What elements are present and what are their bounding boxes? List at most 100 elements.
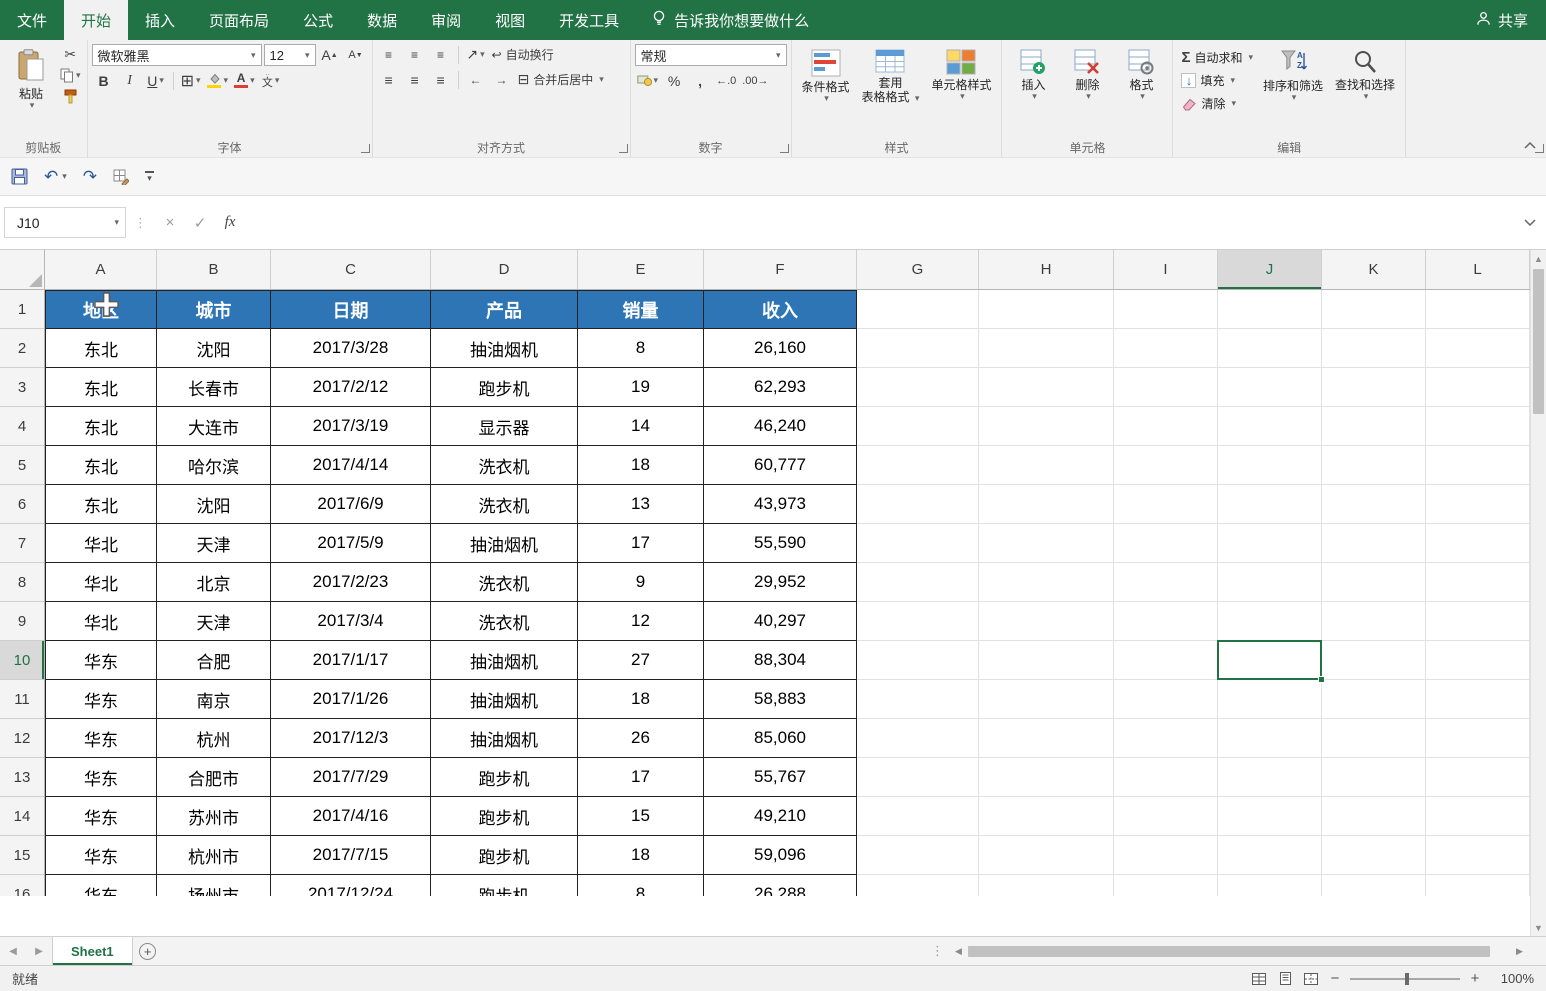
cell-D6[interactable]: 洗衣机 <box>431 485 578 524</box>
cell-G7[interactable] <box>857 524 979 563</box>
cell-L4[interactable] <box>1426 407 1530 446</box>
cell-E14[interactable]: 15 <box>578 797 704 836</box>
cell-I16[interactable] <box>1114 875 1218 896</box>
row-header-12[interactable]: 12 <box>0 719 44 758</box>
cell-L8[interactable] <box>1426 563 1530 602</box>
fill-color-button[interactable]: ▾ <box>205 70 231 91</box>
increase-indent-button[interactable]: → <box>490 69 514 90</box>
cell-B3[interactable]: 长春市 <box>157 368 271 407</box>
column-header-C[interactable]: C <box>271 250 431 289</box>
column-header-L[interactable]: L <box>1426 250 1530 289</box>
cell-E2[interactable]: 8 <box>578 329 704 368</box>
row-header-15[interactable]: 15 <box>0 836 44 875</box>
format-painter-button[interactable] <box>58 86 83 107</box>
cell-C7[interactable]: 2017/5/9 <box>271 524 431 563</box>
cell-I10[interactable] <box>1114 641 1218 680</box>
cell-F3[interactable]: 62,293 <box>704 368 857 407</box>
cell-E12[interactable]: 26 <box>578 719 704 758</box>
ribbon-tab-developer[interactable]: 开发工具 <box>542 0 636 40</box>
cell-B14[interactable]: 苏州市 <box>157 797 271 836</box>
cell-I7[interactable] <box>1114 524 1218 563</box>
zoom-out-button[interactable]: − <box>1324 970 1346 987</box>
column-header-E[interactable]: E <box>578 250 704 289</box>
cell-A4[interactable]: 东北 <box>45 407 157 446</box>
undo-button[interactable]: ↶▾ <box>41 165 70 189</box>
cell-H9[interactable] <box>979 602 1114 641</box>
cell-F5[interactable]: 60,777 <box>704 446 857 485</box>
cell-J10[interactable] <box>1218 641 1322 680</box>
row-header-6[interactable]: 6 <box>0 485 44 524</box>
cell-G16[interactable] <box>857 875 979 896</box>
add-sheet-button[interactable]: + <box>133 937 163 965</box>
normal-view-button[interactable] <box>1246 966 1272 991</box>
cell-F4[interactable]: 46,240 <box>704 407 857 446</box>
cell-K8[interactable] <box>1322 563 1426 602</box>
sheet-tab-sheet1[interactable]: Sheet1 <box>52 937 133 965</box>
cell-J13[interactable] <box>1218 758 1322 797</box>
format-as-table-button[interactable]: 套用 表格格式 ▾ <box>856 44 926 106</box>
align-center-button[interactable]: ≡ <box>403 69 427 90</box>
paste-button[interactable]: 粘贴 ▾ <box>4 44 58 112</box>
cell-C1[interactable]: 日期 <box>271 290 431 329</box>
cell-D12[interactable]: 抽油烟机 <box>431 719 578 758</box>
cell-A8[interactable]: 华北 <box>45 563 157 602</box>
decrease-indent-button[interactable]: ← <box>464 69 488 90</box>
cell-J7[interactable] <box>1218 524 1322 563</box>
cell-D13[interactable]: 跑步机 <box>431 758 578 797</box>
cell-L2[interactable] <box>1426 329 1530 368</box>
cell-C4[interactable]: 2017/3/19 <box>271 407 431 446</box>
cell-I4[interactable] <box>1114 407 1218 446</box>
cell-A5[interactable]: 东北 <box>45 446 157 485</box>
column-header-J[interactable]: J <box>1218 250 1322 289</box>
cell-D9[interactable]: 洗衣机 <box>431 602 578 641</box>
cell-J9[interactable] <box>1218 602 1322 641</box>
increase-decimal-button[interactable]: ←.0 <box>714 70 738 91</box>
cell-F16[interactable]: 26,288 <box>704 875 857 896</box>
ribbon-tab-page-layout[interactable]: 页面布局 <box>192 0 286 40</box>
cell-F14[interactable]: 49,210 <box>704 797 857 836</box>
cell-G1[interactable] <box>857 290 979 329</box>
expand-formula-bar-button[interactable] <box>1518 219 1542 226</box>
cell-I12[interactable] <box>1114 719 1218 758</box>
number-dialog-launcher[interactable] <box>780 144 789 153</box>
cell-D16[interactable]: 跑步机 <box>431 875 578 896</box>
cell-I1[interactable] <box>1114 290 1218 329</box>
cell-H15[interactable] <box>979 836 1114 875</box>
row-header-3[interactable]: 3 <box>0 368 44 407</box>
cell-C3[interactable]: 2017/2/12 <box>271 368 431 407</box>
vertical-scroll-thumb[interactable] <box>1533 269 1544 414</box>
cell-K15[interactable] <box>1322 836 1426 875</box>
fill-button[interactable]: ↓ 填充 ▾ <box>1177 69 1257 92</box>
autosum-button[interactable]: Σ 自动求和 ▾ <box>1177 46 1257 69</box>
merge-center-button[interactable]: ⊟ 合并后居中 ▾ <box>516 69 626 90</box>
cell-J15[interactable] <box>1218 836 1322 875</box>
column-header-B[interactable]: B <box>157 250 271 289</box>
sheet-nav-next-button[interactable]: ▶ <box>26 937 52 965</box>
cell-B9[interactable]: 天津 <box>157 602 271 641</box>
collapse-ribbon-button[interactable] <box>1524 136 1536 152</box>
phonetic-guide-button[interactable]: ··文 ▾ <box>259 70 283 91</box>
cell-J1[interactable] <box>1218 290 1322 329</box>
cell-I14[interactable] <box>1114 797 1218 836</box>
find-select-button[interactable]: 查找和选择 ▾ <box>1329 44 1401 103</box>
cell-E11[interactable]: 18 <box>578 680 704 719</box>
cell-B1[interactable]: 城市 <box>157 290 271 329</box>
cell-H8[interactable] <box>979 563 1114 602</box>
cell-D10[interactable]: 抽油烟机 <box>431 641 578 680</box>
formula-bar-splitter[interactable]: ⋮ <box>126 215 155 231</box>
cell-E15[interactable]: 18 <box>578 836 704 875</box>
insert-function-button[interactable]: fx <box>215 209 245 237</box>
cell-F13[interactable]: 55,767 <box>704 758 857 797</box>
row-header-14[interactable]: 14 <box>0 797 44 836</box>
cell-K11[interactable] <box>1322 680 1426 719</box>
cell-G13[interactable] <box>857 758 979 797</box>
cell-J4[interactable] <box>1218 407 1322 446</box>
cell-F15[interactable]: 59,096 <box>704 836 857 875</box>
enter-entry-button[interactable]: ✓ <box>185 209 215 237</box>
comma-style-button[interactable]: , <box>688 70 712 91</box>
cell-B4[interactable]: 大连市 <box>157 407 271 446</box>
cell-K4[interactable] <box>1322 407 1426 446</box>
cell-H16[interactable] <box>979 875 1114 896</box>
cell-B7[interactable]: 天津 <box>157 524 271 563</box>
cell-E10[interactable]: 27 <box>578 641 704 680</box>
